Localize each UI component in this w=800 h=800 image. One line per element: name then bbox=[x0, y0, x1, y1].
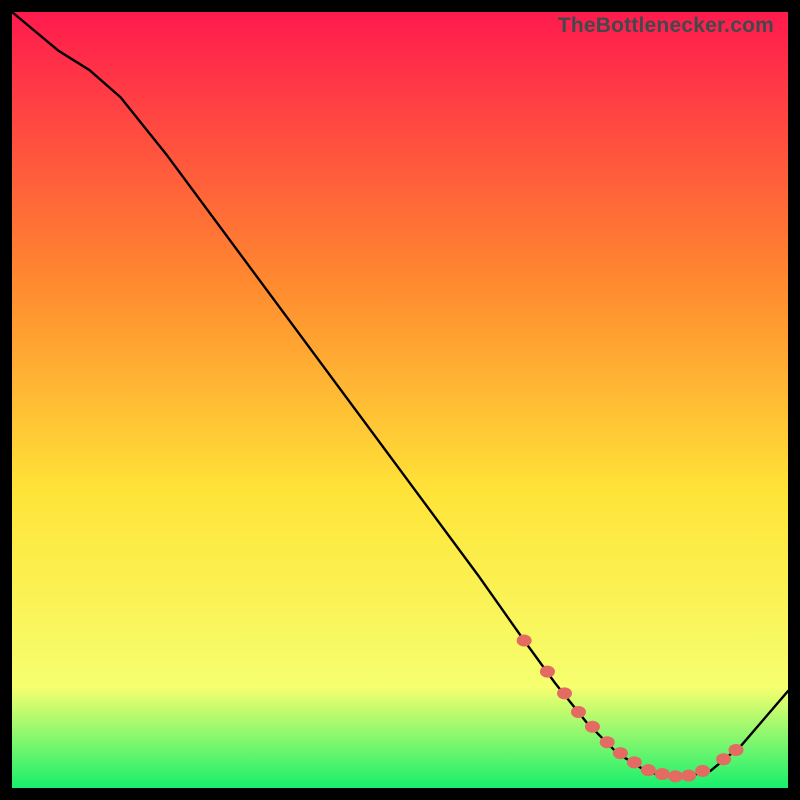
chart-frame: TheBottlenecker.com bbox=[12, 12, 788, 788]
highlight-dot bbox=[585, 721, 600, 733]
highlight-dot bbox=[716, 753, 731, 765]
highlight-dot bbox=[517, 635, 532, 647]
watermark-text: TheBottlenecker.com bbox=[558, 14, 774, 38]
highlight-dot bbox=[540, 666, 555, 678]
highlight-dot bbox=[729, 744, 744, 756]
highlight-dot bbox=[681, 770, 696, 782]
chart-svg bbox=[12, 12, 788, 788]
highlight-dot bbox=[613, 747, 628, 759]
highlight-dot bbox=[571, 706, 586, 718]
highlight-dot bbox=[655, 768, 670, 780]
highlight-dot bbox=[600, 736, 615, 748]
highlight-dot bbox=[695, 765, 710, 777]
highlight-dot bbox=[668, 770, 683, 782]
highlight-dot bbox=[641, 764, 656, 776]
gradient-background bbox=[12, 12, 788, 788]
highlight-dot bbox=[557, 687, 572, 699]
highlight-dot bbox=[627, 756, 642, 768]
